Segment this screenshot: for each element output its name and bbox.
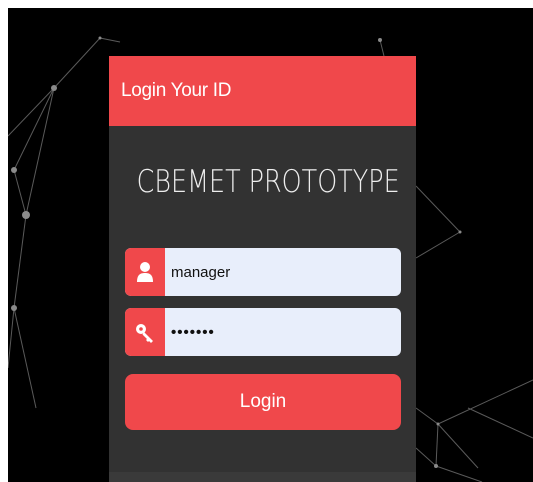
username-field[interactable] bbox=[125, 248, 401, 296]
panel-footer bbox=[109, 472, 416, 482]
login-panel: Login Your ID CBEMET PROTOTYPE ••••••• bbox=[109, 56, 416, 482]
username-icon-box bbox=[125, 248, 165, 296]
background-viewport: Login Your ID CBEMET PROTOTYPE ••••••• bbox=[8, 8, 533, 482]
brand-title: CBEMET PROTOTYPE bbox=[136, 164, 400, 200]
user-icon bbox=[137, 262, 153, 282]
panel-title: Login Your ID bbox=[121, 80, 232, 101]
password-field[interactable]: ••••••• bbox=[125, 308, 401, 356]
login-button[interactable]: Login bbox=[125, 374, 401, 430]
username-input[interactable] bbox=[165, 248, 393, 296]
panel-header: Login Your ID bbox=[109, 56, 416, 126]
password-input[interactable]: ••••••• bbox=[165, 308, 391, 356]
key-icon bbox=[136, 324, 153, 343]
password-icon-box bbox=[125, 308, 165, 356]
